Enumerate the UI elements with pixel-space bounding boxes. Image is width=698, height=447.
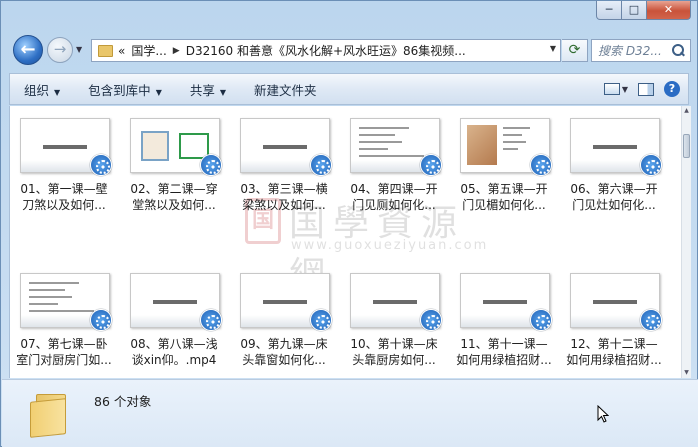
video-file-icon xyxy=(200,154,222,176)
file-name-line2: 门见楣如何化... xyxy=(462,198,546,212)
organize-menu[interactable]: 组织 ▼ xyxy=(10,80,74,99)
file-name-line2: 室门对厨房门如... xyxy=(16,353,112,367)
dropdown-arrow-icon: ▼ xyxy=(155,87,162,97)
file-name-line2: 梁煞以及如何... xyxy=(242,198,326,212)
organize-label: 组织 xyxy=(24,82,50,98)
include-in-library-menu[interactable]: 包含到库中 ▼ xyxy=(74,80,176,99)
view-options-dropdown-icon[interactable]: ▼ xyxy=(622,85,628,94)
file-list[interactable]: 国 国學資源網 www.guoxueziyuan.com 01、第一课—壁刀煞以… xyxy=(9,106,681,378)
recent-pages-dropdown[interactable]: ▼ xyxy=(76,45,82,54)
file-name-line1: 05、第五课—开 xyxy=(460,182,548,196)
new-folder-button[interactable]: 新建文件夹 xyxy=(240,80,331,99)
breadcrumb-separator-icon[interactable]: ▶ xyxy=(173,46,180,56)
file-name-line2: 如何用绿植招财... xyxy=(566,353,662,367)
command-bar: 组织 ▼ 包含到库中 ▼ 共享 ▼ 新建文件夹 ▼ ? xyxy=(9,73,689,105)
explorer-window: ─ □ ✕ ← → ▼ « 国学... ▶ D32160 和善意《风水化解+风水… xyxy=(0,0,698,447)
share-label: 共享 xyxy=(189,82,215,98)
file-name-line2: 谈xin仰。.mp4 xyxy=(131,353,217,367)
search-icon[interactable] xyxy=(671,43,685,58)
include-in-library-label: 包含到库中 xyxy=(88,82,151,98)
video-file-icon xyxy=(530,154,552,176)
file-name-line1: 07、第七课—卧 xyxy=(20,337,108,351)
folder-icon xyxy=(98,44,113,57)
file-name-line2: 头靠窗如何化... xyxy=(242,353,326,367)
close-button[interactable]: ✕ xyxy=(647,1,691,20)
search-box[interactable]: 搜索 D32... xyxy=(591,39,691,62)
address-overflow[interactable]: « xyxy=(118,44,125,58)
video-file-icon xyxy=(640,154,662,176)
video-file-icon xyxy=(90,309,112,331)
file-name-line2: 如何用绿植招财... xyxy=(456,353,552,367)
dropdown-arrow-icon: ▼ xyxy=(219,87,227,97)
new-folder-label: 新建文件夹 xyxy=(254,82,317,98)
share-menu[interactable]: 共享 ▼ xyxy=(176,80,240,99)
file-name-line1: 12、第十二课— xyxy=(570,337,658,351)
address-bar[interactable]: « 国学... ▶ D32160 和善意《风水化解+风水旺运》86集视频... … xyxy=(91,39,561,62)
scrollbar-thumb[interactable] xyxy=(683,134,690,158)
video-file-icon xyxy=(200,309,222,331)
video-file-icon xyxy=(420,309,442,331)
scroll-down-icon[interactable]: ▼ xyxy=(682,368,691,378)
dropdown-arrow-icon: ▼ xyxy=(54,87,61,97)
breadcrumb-segment-current[interactable]: D32160 和善意《风水化解+风水旺运》86集视频... xyxy=(186,42,466,59)
video-file-icon xyxy=(310,309,332,331)
caption-buttons: ─ □ ✕ xyxy=(596,1,691,20)
file-name-line2: 头靠厨房如何... xyxy=(352,353,436,367)
file-name-line1: 03、第三课—横 xyxy=(240,182,328,196)
file-name-line1: 09、第九课—床 xyxy=(240,337,328,351)
help-icon[interactable]: ? xyxy=(664,81,680,97)
file-name-line1: 11、第十一课— xyxy=(460,337,548,351)
file-name-line2: 门见灶如何化... xyxy=(572,198,656,212)
navigation-bar: ← → ▼ « 国学... ▶ D32160 和善意《风水化解+风水旺运》86集… xyxy=(9,32,691,66)
maximize-button[interactable]: □ xyxy=(622,1,647,20)
folder-icon xyxy=(30,390,72,438)
file-name-line1: 10、第十课—床 xyxy=(350,337,438,351)
item-count: 86 个对象 xyxy=(94,394,152,409)
minimize-button[interactable]: ─ xyxy=(596,1,622,20)
file-name-line2: 堂煞以及如何... xyxy=(132,198,216,212)
forward-button[interactable]: → xyxy=(47,37,73,63)
preview-pane-icon[interactable] xyxy=(638,82,654,96)
file-name-line2: 刀煞以及如何... xyxy=(22,198,106,212)
file-name-line1: 08、第八课—浅 xyxy=(130,337,218,351)
video-file-icon xyxy=(90,154,112,176)
scroll-up-icon[interactable]: ▲ xyxy=(682,106,691,116)
file-name-line1: 06、第六课—开 xyxy=(570,182,658,196)
change-view-icon[interactable] xyxy=(603,83,620,95)
video-file-icon xyxy=(310,154,332,176)
address-dropdown-icon[interactable]: ▼ xyxy=(550,44,556,53)
file-name-line2: 门见厕如何化... xyxy=(352,198,436,212)
file-name-line1: 01、第一课—壁 xyxy=(20,182,108,196)
file-name-line1: 04、第四课—开 xyxy=(350,182,438,196)
details-pane: 86 个对象 xyxy=(2,379,698,447)
watermark-url: www.guoxueziyuan.com xyxy=(291,238,489,253)
video-file-icon xyxy=(640,309,662,331)
refresh-button[interactable]: ⟳ xyxy=(562,39,588,62)
view-controls: ▼ ? xyxy=(594,81,680,97)
search-input[interactable]: 搜索 D32... xyxy=(592,42,671,59)
video-file-icon xyxy=(530,309,552,331)
back-button[interactable]: ← xyxy=(13,35,43,65)
vertical-scrollbar[interactable]: ▲ ▼ xyxy=(681,106,691,378)
file-name-line1: 02、第二课—穿 xyxy=(130,182,218,196)
video-file-icon xyxy=(420,154,442,176)
breadcrumb-segment-parent[interactable]: 国学... xyxy=(131,42,166,59)
